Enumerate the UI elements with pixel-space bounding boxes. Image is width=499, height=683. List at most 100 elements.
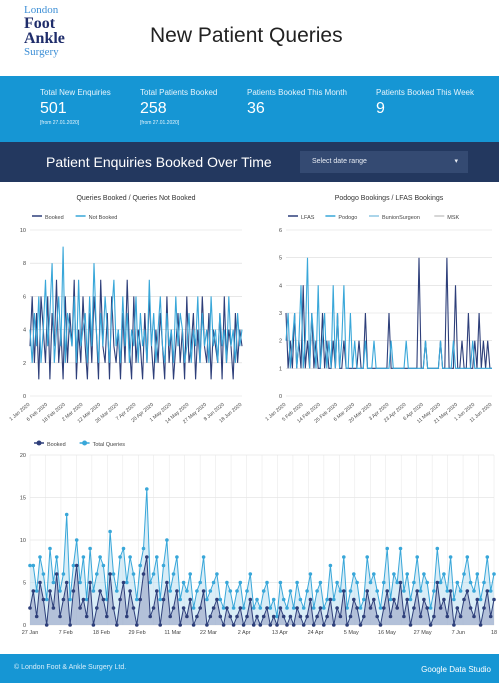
data-point <box>438 606 443 610</box>
data-point <box>462 572 466 576</box>
data-point <box>95 572 99 576</box>
y-tick-label: 0 <box>23 394 26 400</box>
data-point <box>455 580 460 585</box>
data-point <box>395 580 400 585</box>
data-point <box>412 580 416 585</box>
data-point <box>372 597 376 602</box>
y-tick-label: 4 <box>279 283 282 289</box>
x-tick-label: 29 Feb <box>129 630 146 636</box>
data-point <box>268 623 273 627</box>
data-point <box>415 555 420 559</box>
data-point <box>352 572 356 576</box>
data-point <box>492 572 496 576</box>
data-point <box>155 555 159 559</box>
data-point <box>328 597 333 602</box>
data-point <box>265 580 269 585</box>
data-point <box>445 614 450 619</box>
data-point <box>95 606 99 610</box>
data-point <box>332 623 336 627</box>
data-point <box>148 580 152 585</box>
data-point <box>98 589 102 593</box>
report-header: London Foot Ankle Surgery New Patient Qu… <box>0 0 499 76</box>
data-point <box>101 563 106 568</box>
data-point <box>388 614 393 619</box>
kpi-subtext: [from 27.01.2020] <box>40 120 80 126</box>
data-point <box>335 580 339 585</box>
date-range-select[interactable]: Select date range ▾ <box>300 151 468 173</box>
data-point <box>265 606 269 610</box>
data-point <box>335 606 339 610</box>
data-point <box>305 589 309 593</box>
data-point <box>115 589 119 593</box>
data-point <box>465 555 470 559</box>
data-point <box>245 614 249 619</box>
data-point <box>98 555 102 559</box>
data-point <box>392 597 396 602</box>
data-point <box>108 529 112 534</box>
google-data-studio-brand: Google Data Studio <box>421 665 491 674</box>
data-point <box>51 580 56 585</box>
data-point <box>28 606 32 610</box>
data-point <box>195 589 199 593</box>
data-point <box>291 606 296 610</box>
data-point <box>248 572 253 576</box>
x-tick-label: 2 Apr <box>238 630 251 636</box>
data-point <box>51 606 56 610</box>
data-point <box>258 623 263 627</box>
data-point <box>68 597 72 602</box>
data-point <box>71 589 76 593</box>
legend-label: Not Booked <box>89 215 118 221</box>
data-point <box>428 606 433 610</box>
data-point <box>398 546 403 551</box>
data-point <box>475 572 480 576</box>
data-point <box>198 606 202 610</box>
data-point <box>432 589 436 593</box>
legend-label: Booked <box>45 215 64 221</box>
kpi-bar: Total New Enquiries 501 [from 27.01.2020… <box>0 76 499 142</box>
data-point <box>74 563 79 568</box>
section-title: Patient Enquiries Booked Over Time <box>46 154 272 170</box>
data-point <box>178 597 182 602</box>
data-point <box>201 555 206 559</box>
data-point <box>352 597 356 602</box>
data-point <box>148 614 152 619</box>
data-point <box>358 623 363 627</box>
data-point <box>445 589 450 593</box>
data-point <box>315 614 319 619</box>
data-point <box>48 589 52 593</box>
data-point <box>78 606 82 610</box>
data-point <box>305 614 309 619</box>
data-point <box>128 555 132 559</box>
data-point <box>238 580 243 585</box>
x-tick-label: 11 Mar <box>164 630 181 636</box>
data-point <box>41 597 46 602</box>
data-point <box>235 614 239 619</box>
data-point <box>338 614 343 619</box>
report-footer: © London Foot & Ankle Surgery Ltd. Googl… <box>0 654 499 683</box>
kpi-value: 258 <box>140 100 167 117</box>
kpi-booked-month: Patients Booked This Month 36 <box>247 88 347 118</box>
y-tick-label: 4 <box>23 328 26 334</box>
data-point <box>141 546 146 551</box>
data-point <box>138 597 142 602</box>
data-point <box>125 614 129 619</box>
data-point <box>241 606 246 610</box>
y-tick-label: 6 <box>23 294 26 300</box>
data-point <box>328 563 333 568</box>
data-point <box>365 555 370 559</box>
kpi-total-enquiries: Total New Enquiries 501 [from 27.01.2020… <box>40 88 111 126</box>
data-point <box>311 623 316 627</box>
data-point <box>251 623 256 627</box>
data-point <box>171 606 176 610</box>
data-point <box>475 597 480 602</box>
data-point <box>215 572 219 576</box>
data-point <box>81 555 86 559</box>
data-point <box>225 580 229 585</box>
data-point <box>255 614 259 619</box>
kpi-value: 36 <box>247 100 265 117</box>
data-point <box>468 606 473 610</box>
date-range-placeholder: Select date range <box>312 158 367 165</box>
data-point <box>425 580 430 585</box>
data-point <box>281 614 286 619</box>
data-point <box>298 597 303 602</box>
